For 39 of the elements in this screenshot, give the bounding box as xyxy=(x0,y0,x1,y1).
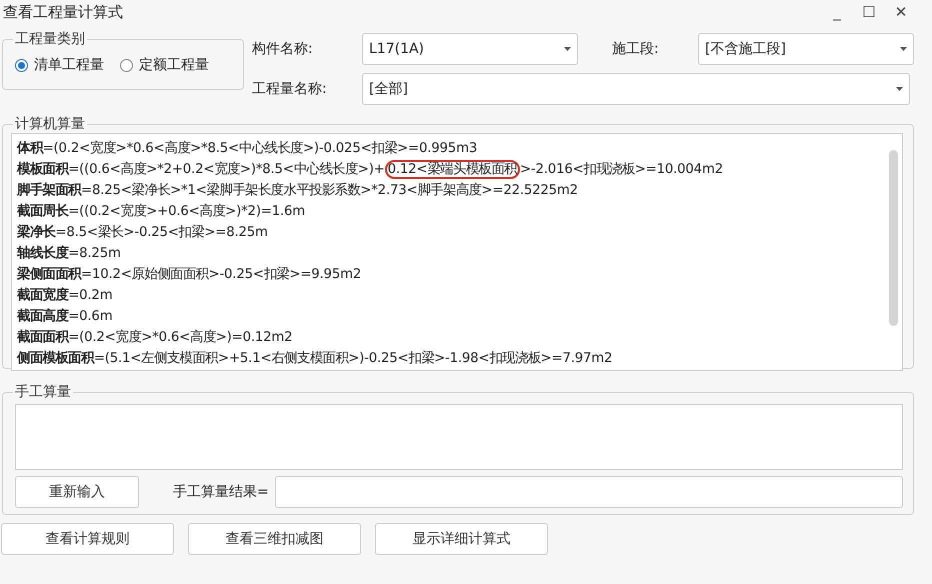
quantity-name-dropdown[interactable]: [全部] xyxy=(362,73,910,105)
formula-line: 梁侧面面积=10.2<原始侧面面积>-0.25<扣梁>=9.95m2 xyxy=(17,265,362,284)
field-label: 构件名称: xyxy=(252,40,314,58)
formula-line: 侧面模板面积=(5.1<左侧支模面积>+5.1<右侧支模面积>)-0.25<扣梁>-1.98<扣现浇板>=7.97m2 xyxy=(17,350,614,368)
window-title: 查看工程量计算式 xyxy=(3,2,124,22)
formula-line: 体积=(0.2<宽度>*0.6<高度>*8.5<中心线长度>)-0.025<扣梁>=0.995m3 xyxy=(17,140,478,158)
component-dropdown[interactable]: L17(1A) xyxy=(362,33,578,65)
action-button[interactable]: 显示详细计算式 xyxy=(375,523,548,555)
formula-line: 截面宽度=0.2m xyxy=(17,286,114,305)
window-control-button[interactable]: ✕ xyxy=(888,3,914,21)
formula-line: 模板面积=((0.6<高度>*2+0.2<宽度>)*8.5<中心线长度>)+ 0.12<梁端头模板面积 >-2.016<扣现浇板>=10.004m2 xyxy=(17,159,724,180)
scrollbar-thumb[interactable] xyxy=(889,150,898,326)
manual-input-field[interactable] xyxy=(15,404,903,470)
formula-line: 截面面积=(0.2<宽度>*0.6<高度>)=0.12m2 xyxy=(17,328,294,347)
caret-icon xyxy=(896,87,903,91)
action-button[interactable]: 查看计算规则 xyxy=(1,523,174,555)
stage-dropdown[interactable]: [不含施工段] xyxy=(698,33,914,65)
result-field[interactable] xyxy=(274,476,903,508)
radio-icon[interactable] xyxy=(15,58,28,72)
group-legend: 手工算量 xyxy=(13,383,73,401)
caret-icon xyxy=(900,47,907,51)
radio-icon[interactable] xyxy=(120,58,133,72)
result-label: 手工算量结果= xyxy=(173,483,269,501)
formula-line: 截面周长=((0.2<宽度>+0.6<高度>)*2)=1.6m xyxy=(17,202,306,221)
action-button[interactable]: 查看三维扣减图 xyxy=(188,523,361,555)
caret-icon xyxy=(564,47,571,51)
formula-line: 截面高度=0.6m xyxy=(17,307,114,326)
radio-option[interactable]: 定额工程量 xyxy=(120,56,209,74)
formula-line: 脚手架面积=8.25<梁净长>*1<梁脚手架长度水平投影系数>*2.73<脚手架高度>=22.5225m2 xyxy=(17,182,579,200)
radio-option[interactable]: 清单工程量 xyxy=(15,56,104,74)
formula-line: 轴线长度=8.25m xyxy=(17,244,122,263)
group-legend: 计算机算量 xyxy=(13,115,87,133)
field-label: 工程量名称: xyxy=(252,80,328,98)
window-control-button[interactable]: _ xyxy=(824,3,850,21)
window-control-button[interactable]: ☐ xyxy=(856,3,882,21)
reenter-button[interactable]: 重新输入 xyxy=(15,476,139,508)
formula-line: 梁净长=8.5<梁长>-0.25<扣梁>=8.25m xyxy=(17,223,269,242)
group-legend: 工程量类别 xyxy=(13,30,87,48)
field-label: 施工段: xyxy=(612,40,660,58)
